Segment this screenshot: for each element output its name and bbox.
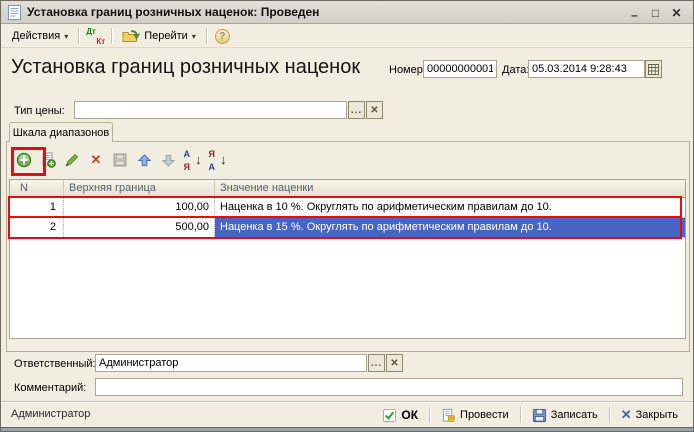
cell-upper-bound[interactable]: 500,00 <box>64 218 215 237</box>
toolbar-separator <box>78 28 79 44</box>
price-type-select-button[interactable]: ... <box>348 101 365 119</box>
status-bar: Администратор ОК <box>1 401 693 427</box>
column-header-upper-bound[interactable]: Верхняя граница <box>64 180 215 197</box>
close-icon: ✕ <box>621 407 632 423</box>
tab-scale-ranges[interactable]: Шкала диапазонов <box>9 122 113 142</box>
price-type-field[interactable] <box>74 101 347 119</box>
sort-az-icon: А Я ↓ <box>184 152 201 169</box>
table-header: N Верхняя граница Значение наценки <box>10 180 685 198</box>
current-user: Администратор <box>11 408 90 420</box>
help-icon[interactable]: ? <box>215 29 230 44</box>
footer-separator <box>609 407 610 423</box>
calendar-grid-icon <box>648 64 659 75</box>
document-window: Установка границ розничных наценок: Пров… <box>0 0 694 432</box>
actions-menu[interactable]: Действия ▾ <box>6 28 74 44</box>
close-button[interactable]: ✕ Закрыть <box>614 405 685 425</box>
cell-row-number[interactable]: 1 <box>10 198 64 217</box>
sort-za-icon: Я А ↓ <box>209 152 226 169</box>
footer-separator <box>520 407 521 423</box>
window-bottom-frame <box>1 427 693 431</box>
price-type-label: Тип цены: <box>14 105 65 117</box>
cell-markup-value[interactable]: Наценка в 10 %. Округлять по арифметичес… <box>215 198 685 217</box>
goto-menu[interactable]: Перейти ▾ <box>116 27 202 45</box>
finish-editing-icon <box>112 152 128 168</box>
main-toolbar: Действия ▾ Дт Кт Перейти ▾ ? <box>1 25 693 48</box>
table-row[interactable]: 1 100,00 Наценка в 10 %. Округлять по ар… <box>10 198 685 218</box>
post-document-icon <box>441 408 456 423</box>
arrow-up-icon <box>137 153 152 168</box>
copy-icon <box>40 152 56 168</box>
cell-row-number[interactable]: 2 <box>10 218 64 237</box>
column-header-n[interactable]: N <box>10 180 64 197</box>
footer-separator <box>429 407 430 423</box>
add-icon <box>16 152 32 168</box>
edit-row-button[interactable] <box>63 151 81 169</box>
save-floppy-icon <box>532 408 547 423</box>
page-title: Установка границ розничных наценок <box>11 56 360 79</box>
responsible-select-button[interactable]: ... <box>368 354 385 372</box>
price-type-clear-button[interactable]: ✕ <box>366 101 383 119</box>
comment-field[interactable] <box>95 378 683 396</box>
debit-credit-icon[interactable]: Дт Кт <box>85 28 105 45</box>
toolbar-separator <box>206 28 207 44</box>
date-label: Дата: <box>502 64 529 76</box>
column-header-markup-value[interactable]: Значение наценки <box>215 180 685 197</box>
ranges-table: N Верхняя граница Значение наценки 1 100… <box>9 179 686 339</box>
folder-goto-icon <box>122 29 140 43</box>
table-row[interactable]: 2 500,00 Наценка в 15 %. Округлять по ар… <box>10 218 685 238</box>
sort-descending-button[interactable]: Я А ↓ <box>208 151 226 169</box>
chevron-down-icon: ▾ <box>64 32 68 41</box>
delete-icon: ✕ <box>91 152 102 168</box>
chevron-down-icon: ▾ <box>192 32 196 41</box>
responsible-field[interactable] <box>95 354 367 372</box>
move-up-button[interactable] <box>135 151 153 169</box>
edit-pencil-icon <box>64 152 80 168</box>
move-down-button[interactable] <box>159 151 177 169</box>
post-button[interactable]: Провести <box>434 406 516 425</box>
minimize-button[interactable]: – <box>624 8 645 22</box>
sort-ascending-button[interactable]: А Я ↓ <box>183 151 201 169</box>
title-bar: Установка границ розничных наценок: Пров… <box>1 1 693 24</box>
copy-row-button[interactable] <box>39 151 57 169</box>
responsible-label: Ответственный: <box>14 358 96 370</box>
finish-editing-button[interactable] <box>111 151 129 169</box>
add-row-button[interactable] <box>15 151 33 169</box>
date-field[interactable] <box>528 60 645 78</box>
delete-row-button[interactable]: ✕ <box>87 151 105 169</box>
close-window-button[interactable]: ✕ <box>666 6 687 20</box>
maximize-button[interactable]: □ <box>645 6 666 20</box>
cell-upper-bound[interactable]: 100,00 <box>64 198 215 217</box>
write-button[interactable]: Записать <box>525 406 605 425</box>
window-title: Установка границ розничных наценок: Пров… <box>27 1 319 24</box>
toolbar-separator <box>111 28 112 44</box>
number-label: Номер: <box>389 64 426 76</box>
cell-markup-value-selected[interactable]: Наценка в 15 %. Округлять по арифметичес… <box>215 218 685 237</box>
ok-button[interactable]: ОК <box>375 406 425 425</box>
ok-check-icon <box>382 408 397 423</box>
document-icon <box>8 5 21 20</box>
arrow-down-icon <box>161 153 176 168</box>
number-field[interactable] <box>423 60 497 78</box>
calendar-button[interactable] <box>645 60 662 78</box>
responsible-clear-button[interactable]: ✕ <box>386 354 403 372</box>
comment-label: Комментарий: <box>14 382 86 394</box>
